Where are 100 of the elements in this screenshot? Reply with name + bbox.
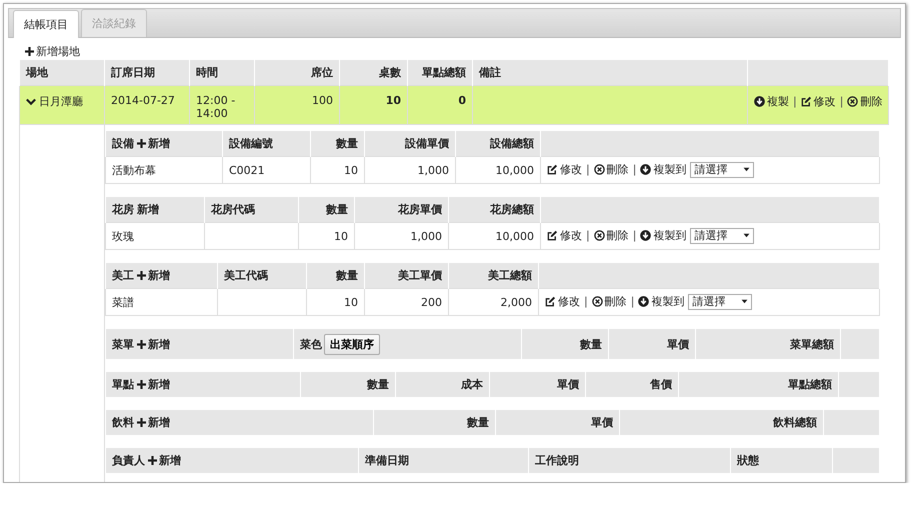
caret-icon (743, 232, 750, 240)
table-cell: 200 (421, 296, 442, 308)
delete-link[interactable]: 刪除 (847, 94, 882, 109)
table-cell: 10 (386, 94, 401, 107)
caret-icon (741, 298, 748, 306)
column-header: 美工單價 (398, 268, 442, 283)
edit-link[interactable]: 修改 (547, 228, 582, 244)
column-header: 訂席日期 (111, 65, 155, 80)
add-link[interactable]: 新增 (137, 415, 170, 430)
edit-icon (547, 164, 558, 176)
column-header: 場地 (26, 65, 48, 80)
table-cell: 10 (344, 296, 358, 308)
table-cell: 2,000 (500, 296, 532, 308)
close-circle-icon (594, 164, 605, 176)
separator: | (632, 229, 636, 242)
table-cell: 2014-07-27 (111, 94, 175, 107)
separator: | (630, 295, 634, 308)
column-header: 設備單價 (405, 136, 449, 151)
table-cell-text: 12:00 - 14:00 (196, 94, 236, 120)
section-title: 花房 (112, 202, 134, 217)
add-link[interactable]: 新增 (137, 268, 170, 283)
table-cell: 100 (312, 94, 333, 107)
tab[interactable]: 結帳項目 (13, 10, 79, 38)
close-circle-icon (594, 230, 605, 242)
caret-icon (743, 166, 750, 174)
table-cell: 1,000 (410, 230, 442, 242)
close-circle-icon (847, 96, 858, 107)
add-link[interactable]: 新增 (137, 336, 170, 352)
edit-link[interactable]: 修改 (545, 294, 580, 310)
column-header: 單點總額 (422, 65, 466, 80)
arrow-down-circle-icon (638, 296, 650, 308)
section-title: 菜單 (112, 336, 134, 352)
add-link[interactable]: 新增 (148, 453, 181, 468)
target-dropdown[interactable]: 請選擇 (690, 228, 754, 244)
delete-link[interactable]: 刪除 (594, 162, 629, 178)
table-cell: 10,000 (496, 164, 534, 176)
plus-icon (137, 139, 146, 148)
edit-icon (547, 230, 558, 242)
delete-link[interactable]: 刪除 (594, 228, 629, 244)
column-header: 美工總額 (488, 268, 532, 283)
add-venue-link[interactable]: 新增場地 (25, 44, 80, 59)
plus-icon (25, 47, 34, 56)
add-link[interactable]: 新增 (137, 377, 170, 392)
table-cell: 10,000 (496, 230, 534, 242)
separator: | (584, 295, 588, 308)
copy-link[interactable]: 複製到 (638, 294, 684, 310)
column-header: 花房單價 (398, 202, 442, 217)
chevron-down-icon (26, 96, 36, 106)
target-dropdown[interactable]: 請選擇 (690, 162, 754, 178)
table-cell: 菜譜 (112, 294, 134, 310)
section-title: 飲料 (112, 415, 134, 430)
plus-icon (137, 271, 146, 280)
column-header: 菜單總額 (790, 336, 834, 352)
column-header: 單價 (667, 336, 689, 352)
separator: | (793, 95, 797, 108)
section-title: 單點 (112, 377, 134, 392)
column-header: 數量 (580, 336, 602, 352)
copy-link[interactable]: 複製到 (640, 162, 686, 178)
column-header: 數量 (336, 136, 358, 151)
column-header: 數量 (367, 377, 389, 392)
add-link[interactable]: 新增 (137, 136, 170, 151)
plus-icon (137, 418, 146, 427)
column-header: 工作說明 (535, 453, 579, 468)
plus-icon (137, 340, 146, 348)
serving-order-button[interactable]: 出菜順序 (324, 334, 380, 354)
arrow-down-circle-icon (754, 96, 765, 107)
column-header: 美工代碼 (224, 268, 268, 283)
edit-link[interactable]: 修改 (547, 162, 582, 178)
copy-link[interactable]: 複製 (754, 94, 789, 109)
separator: | (840, 95, 844, 108)
column-header: 飲料總額 (773, 415, 817, 430)
column-header: 數量 (336, 268, 358, 283)
delete-link[interactable]: 刪除 (592, 294, 627, 310)
close-circle-icon (592, 296, 603, 308)
separator: | (586, 229, 590, 242)
column-header: 成本 (461, 377, 483, 392)
column-header: 數量 (326, 202, 348, 217)
copy-link[interactable]: 複製到 (640, 228, 686, 244)
table-cell: 0 (458, 94, 466, 107)
section-title: 設備 (112, 136, 134, 151)
column-header: 菜色 (300, 336, 322, 352)
column-header: 桌數 (379, 65, 401, 80)
column-header: 單點總額 (788, 377, 832, 392)
section-title: 美工 (112, 268, 134, 283)
column-header: 設備編號 (229, 136, 273, 151)
column-header: 花房總額 (490, 202, 534, 217)
column-header: 售價 (650, 377, 672, 392)
table-cell: 玫瑰 (112, 228, 134, 244)
separator: | (586, 163, 590, 176)
column-header: 席位 (311, 65, 333, 80)
table-cell: C0021 (229, 164, 265, 176)
table-cell: 1,000 (418, 164, 449, 176)
table-cell: 10 (344, 164, 358, 176)
edit-link[interactable]: 修改 (800, 94, 836, 109)
add-link[interactable]: 新增 (137, 202, 159, 217)
column-header: 數量 (467, 415, 489, 430)
edit-icon (800, 96, 812, 107)
column-header: 備註 (479, 65, 501, 80)
edit-icon (545, 296, 556, 308)
target-dropdown[interactable]: 請選擇 (688, 294, 752, 310)
